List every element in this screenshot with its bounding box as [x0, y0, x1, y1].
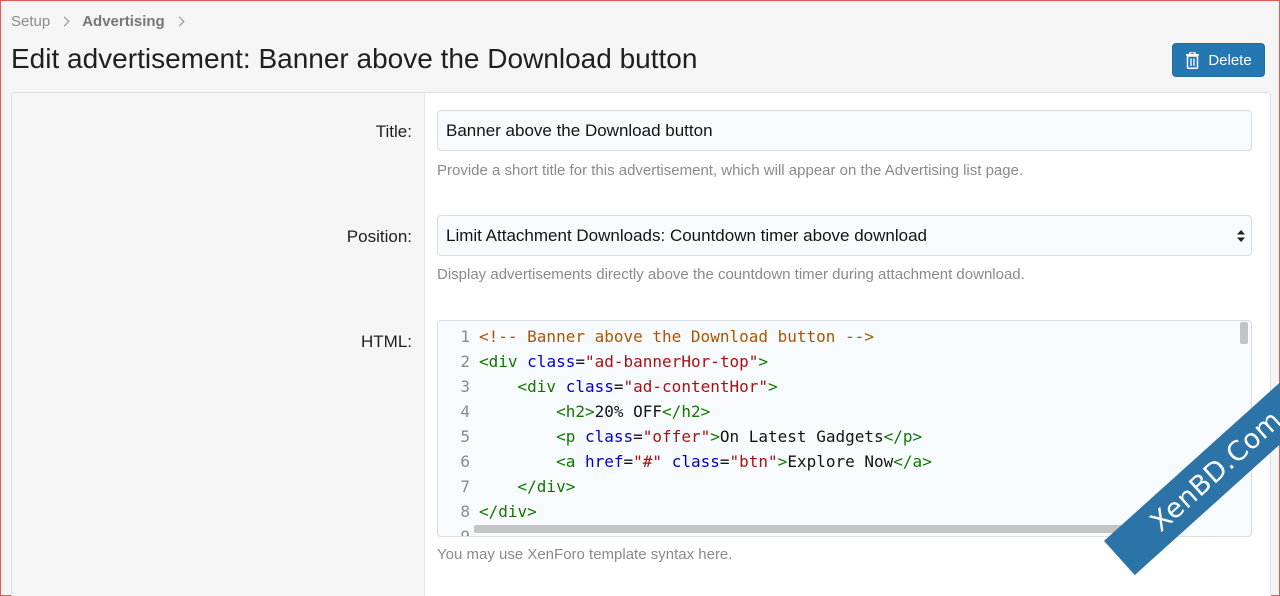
select-arrows-icon — [1237, 230, 1245, 242]
trash-icon — [1186, 51, 1200, 69]
html-label: HTML: — [361, 332, 412, 351]
line-number: 3 — [460, 377, 470, 396]
title-input[interactable]: Banner above the Download button — [437, 110, 1252, 151]
breadcrumb-advertising[interactable]: Advertising — [82, 13, 165, 30]
code-text: <a href="#" class="btn">Explore Now</a> — [556, 452, 932, 471]
position-label: Position: — [346, 227, 412, 246]
delete-button[interactable]: Delete — [1172, 43, 1265, 77]
code-text: <!-- Banner above the Download button --… — [479, 327, 874, 346]
title-input-value: Banner above the Download button — [446, 120, 713, 140]
code-text: <div class="ad-bannerHor-top"> — [479, 352, 769, 371]
line-number: 1 — [460, 327, 470, 346]
code-text: </div> — [517, 477, 576, 496]
title-label: Title: — [375, 122, 412, 141]
html-code-editor[interactable]: 1 <!-- Banner above the Download button -… — [437, 320, 1252, 537]
vertical-scrollbar[interactable] — [1240, 322, 1248, 344]
line-number: 9 — [460, 527, 470, 537]
position-select[interactable]: Limit Attachment Downloads: Countdown ti… — [437, 215, 1252, 256]
code-text: <h2>20% OFF</h2> — [556, 402, 711, 421]
line-number: 8 — [460, 502, 470, 521]
html-hint: You may use XenForo template syntax here… — [437, 546, 733, 563]
delete-button-label: Delete — [1208, 51, 1252, 69]
code-text: </div> — [479, 502, 537, 521]
breadcrumb: Setup Advertising — [11, 13, 197, 30]
chevron-right-icon — [174, 16, 185, 27]
code-text: <div class="ad-contentHor"> — [517, 377, 778, 396]
title-hint: Provide a short title for this advertise… — [437, 162, 1024, 179]
page-title: Edit advertisement: Banner above the Dow… — [11, 43, 698, 74]
position-select-value: Limit Attachment Downloads: Countdown ti… — [446, 225, 927, 245]
line-number: 4 — [460, 402, 470, 421]
line-number: 7 — [460, 477, 470, 496]
line-number: 5 — [460, 427, 470, 446]
ad-edit-form: Title: Banner above the Download button … — [11, 92, 1271, 596]
position-hint: Display advertisements directly above th… — [437, 266, 1025, 283]
chevron-right-icon — [59, 16, 70, 27]
line-number: 2 — [460, 352, 470, 371]
horizontal-scrollbar[interactable] — [474, 525, 1138, 533]
line-number: 6 — [460, 452, 470, 471]
breadcrumb-setup[interactable]: Setup — [11, 13, 50, 30]
code-text: <p class="offer">On Latest Gadgets</p> — [556, 427, 923, 446]
